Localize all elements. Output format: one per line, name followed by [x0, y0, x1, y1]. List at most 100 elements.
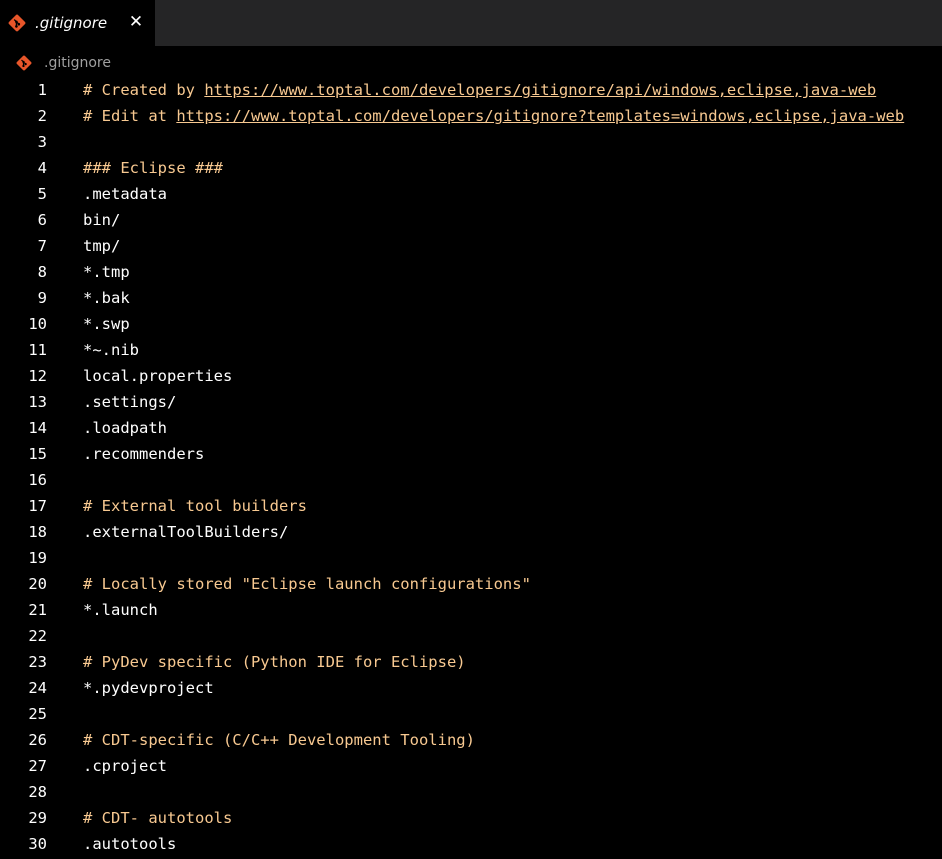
line-number: 12	[28, 367, 47, 385]
line-content: .recommenders	[83, 441, 204, 467]
code-line[interactable]: 25	[0, 701, 942, 727]
code-line[interactable]: 9 *.bak	[0, 285, 942, 311]
line-number: 10	[28, 315, 47, 333]
comment-text: # External tool builders	[83, 497, 307, 515]
code-line[interactable]: 2 # Edit at https://www.toptal.com/develo…	[0, 103, 942, 129]
line-number: 25	[28, 705, 47, 723]
line-number: 15	[28, 445, 47, 463]
comment-text: # PyDev specific (Python IDE for Eclipse…	[83, 653, 466, 671]
pattern-text: local.properties	[83, 367, 233, 385]
line-content: .settings/	[83, 389, 176, 415]
code-line[interactable]: 16	[0, 467, 942, 493]
line-content: .loadpath	[83, 415, 167, 441]
code-line[interactable]: 5 .metadata	[0, 181, 942, 207]
comment-link[interactable]: https://www.toptal.com/developers/gitign…	[176, 107, 904, 125]
git-icon	[8, 14, 26, 32]
git-icon	[16, 55, 32, 71]
line-content: .externalToolBuilders/	[83, 519, 288, 545]
code-line[interactable]: 10 *.swp	[0, 311, 942, 337]
code-line[interactable]: 20 # Locally stored "Eclipse launch confi…	[0, 571, 942, 597]
line-content: *.pydevproject	[83, 675, 214, 701]
pattern-text: *.pydevproject	[83, 679, 214, 697]
code-line[interactable]: 23 # PyDev specific (Python IDE for Eclip…	[0, 649, 942, 675]
line-content: .cproject	[83, 753, 167, 779]
comment-text: ### Eclipse ###	[83, 159, 223, 177]
code-line[interactable]: 27 .cproject	[0, 753, 942, 779]
line-number: 19	[28, 549, 47, 567]
pattern-text: bin/	[83, 211, 121, 229]
line-content: local.properties	[83, 363, 232, 389]
pattern-text: .loadpath	[83, 419, 167, 437]
pattern-text: *.swp	[83, 315, 130, 333]
line-number: 23	[28, 653, 47, 671]
pattern-text: .metadata	[83, 185, 167, 203]
pattern-text: *~.nib	[83, 341, 139, 359]
code-line[interactable]: 12 local.properties	[0, 363, 942, 389]
line-number: 5	[37, 185, 47, 203]
code-line[interactable]: 11 *~.nib	[0, 337, 942, 363]
line-number: 16	[28, 471, 47, 489]
line-content: *~.nib	[83, 337, 139, 363]
line-number: 4	[37, 159, 47, 177]
code-line[interactable]: 3	[0, 129, 942, 155]
close-icon[interactable]: ✕	[126, 11, 146, 33]
line-content: ### Eclipse ###	[83, 155, 223, 181]
pattern-text: *.launch	[83, 601, 158, 619]
code-line[interactable]: 17 # External tool builders	[0, 493, 942, 519]
line-number: 30	[28, 835, 47, 853]
pattern-text: .autotools	[83, 835, 177, 853]
pattern-text: .recommenders	[83, 445, 205, 463]
code-line[interactable]: 30 .autotools	[0, 831, 942, 857]
line-number: 29	[28, 809, 47, 827]
code-line[interactable]: 24 *.pydevproject	[0, 675, 942, 701]
code-line[interactable]: 26 # CDT-specific (C/C++ Development Tool…	[0, 727, 942, 753]
line-number: 26	[28, 731, 47, 749]
code-editor[interactable]: 1 # Created by https://www.toptal.com/dev…	[0, 76, 942, 859]
line-number: 20	[28, 575, 47, 593]
code-line[interactable]: 29 # CDT- autotools	[0, 805, 942, 831]
code-line[interactable]: 7 tmp/	[0, 233, 942, 259]
line-content: .autotools	[83, 831, 176, 857]
line-content: *.launch	[83, 597, 158, 623]
line-content: # Locally stored "Eclipse launch configu…	[83, 571, 531, 597]
code-line[interactable]: 22	[0, 623, 942, 649]
comment-link[interactable]: https://www.toptal.com/developers/gitign…	[204, 81, 876, 99]
line-content: bin/	[83, 207, 120, 233]
code-line[interactable]: 4 ### Eclipse ###	[0, 155, 942, 181]
code-line[interactable]: 28	[0, 779, 942, 805]
tab-title: .gitignore	[35, 14, 108, 32]
comment-text: # Locally stored "Eclipse launch configu…	[83, 575, 531, 593]
breadcrumb: .gitignore	[0, 48, 942, 78]
line-content: # External tool builders	[83, 493, 307, 519]
code-line[interactable]: 13 .settings/	[0, 389, 942, 415]
code-line[interactable]: 19	[0, 545, 942, 571]
breadcrumb-file[interactable]: .gitignore	[44, 53, 111, 73]
line-number: 28	[28, 783, 47, 801]
pattern-text: tmp/	[83, 237, 121, 255]
code-line[interactable]: 14 .loadpath	[0, 415, 942, 441]
line-content: .metadata	[83, 181, 167, 207]
code-line[interactable]: 21 *.launch	[0, 597, 942, 623]
comment-text: # Created by	[83, 81, 205, 99]
line-content: # CDT-specific (C/C++ Development Toolin…	[83, 727, 475, 753]
pattern-text: .settings/	[83, 393, 177, 411]
pattern-text: *.bak	[83, 289, 130, 307]
line-number: 24	[28, 679, 47, 697]
line-content: tmp/	[83, 233, 120, 259]
line-number: 13	[28, 393, 47, 411]
tab-gitignore[interactable]: .gitignore ✕	[0, 0, 155, 46]
comment-text: # Edit at	[83, 107, 177, 125]
pattern-text: *.tmp	[83, 263, 130, 281]
line-content: *.bak	[83, 285, 130, 311]
line-number: 3	[37, 133, 47, 151]
code-line[interactable]: 15 .recommenders	[0, 441, 942, 467]
code-line[interactable]: 1 # Created by https://www.toptal.com/dev…	[0, 77, 942, 103]
line-content: # CDT- autotools	[83, 805, 232, 831]
code-line[interactable]: 18 .externalToolBuilders/	[0, 519, 942, 545]
line-number: 7	[37, 237, 47, 255]
comment-text: # CDT- autotools	[83, 809, 233, 827]
line-number: 1	[37, 81, 47, 99]
code-line[interactable]: 8 *.tmp	[0, 259, 942, 285]
code-line[interactable]: 6 bin/	[0, 207, 942, 233]
line-content: *.tmp	[83, 259, 130, 285]
